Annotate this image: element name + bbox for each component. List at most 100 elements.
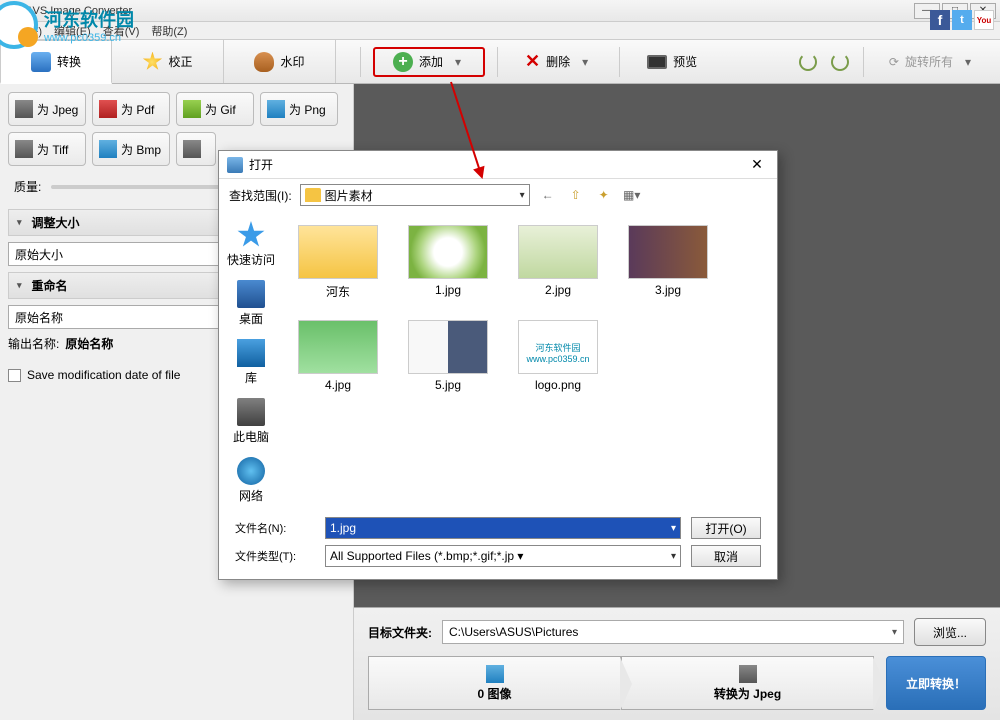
file-item-logo[interactable]: 河东软件园www.pc0359.cnlogo.png [513,316,603,396]
image-icon [486,665,504,683]
tiff-icon [15,140,33,158]
image-thumb [298,320,378,374]
place-network[interactable]: 网络 [237,457,265,504]
png-icon [267,100,285,118]
browse-button[interactable]: 浏览... [914,618,986,646]
rotate-left-button[interactable] [795,49,821,75]
stamp-icon [254,52,274,72]
tab-correct[interactable]: 校正 [112,40,224,83]
twitter-icon[interactable]: t [952,10,972,30]
star-icon [237,221,265,249]
quality-label: 质量: [14,178,41,195]
lookin-dropdown[interactable]: 图片素材 [300,184,530,206]
x-icon: ✕ [525,51,540,72]
chevron-down-icon[interactable]: ▾ [455,55,465,69]
tab-convert[interactable]: 转换 [0,40,112,84]
image-thumb [518,225,598,279]
nav-up-button[interactable]: ⇧ [566,185,586,205]
menu-edit[interactable]: 编辑(E) [54,23,91,39]
menu-file[interactable]: 文件(F) [6,23,42,39]
dialog-icon [227,157,243,173]
menu-view[interactable]: 查看(V) [103,23,140,39]
facebook-icon[interactable]: f [930,10,950,30]
pdf-icon [99,100,117,118]
network-icon [237,457,265,485]
images-count-box[interactable]: 0 图像 [368,656,621,710]
file-item-1[interactable]: 1.jpg [403,221,493,304]
preview-button[interactable]: 预览 [632,47,712,77]
dialog-title: 打开 [249,156,745,173]
dest-path-dropdown[interactable]: C:\Users\ASUS\Pictures [442,620,904,644]
format-tga-button[interactable] [176,132,216,166]
main-toolbar: f t You 转换 校正 水印 +添加▾ ✕删除▾ 预览 ⟳旋转所有▾ [0,40,1000,84]
format-gif-button[interactable]: 为 Gif [176,92,254,126]
tab-watermark[interactable]: 水印 [224,40,336,83]
image-thumb: 河东软件园www.pc0359.cn [518,320,598,374]
output-name-label: 输出名称: [8,335,59,352]
image-thumb [628,225,708,279]
app-icon [4,3,20,19]
plus-icon: + [393,52,413,72]
file-item-3[interactable]: 3.jpg [623,221,713,304]
chevron-down-icon: ▾ [965,55,975,69]
filetype-dropdown[interactable]: All Supported Files (*.bmp;*.gif;*.jp ▾ [325,545,681,567]
desktop-icon [237,280,265,308]
save-date-label: Save modification date of file [27,368,180,382]
file-item-2[interactable]: 2.jpg [513,221,603,304]
bmp-icon [99,140,117,158]
image-thumb [408,225,488,279]
dialog-cancel-button[interactable]: 取消 [691,545,761,567]
filename-input[interactable]: 1.jpg [325,517,681,539]
window-title: AVS Image Converter [26,5,914,17]
file-open-dialog: 打开 ✕ 查找范围(I): 图片素材 ← ⇧ ✦ ▦▾ 快速访问 桌面 库 此电… [218,150,778,580]
dialog-title-bar[interactable]: 打开 ✕ [219,151,777,179]
lookin-label: 查找范围(I): [229,187,292,204]
place-desktop[interactable]: 桌面 [237,280,265,327]
format-png-button[interactable]: 为 Png [260,92,338,126]
youtube-icon[interactable]: You [974,10,994,30]
convert-icon [31,52,51,72]
dest-label: 目标文件夹: [368,624,432,641]
filetype-label: 文件类型(T): [235,548,315,564]
dialog-open-button[interactable]: 打开(O) [691,517,761,539]
rotate-all-button[interactable]: ⟳旋转所有▾ [874,47,990,77]
camera-icon [739,665,757,683]
add-button[interactable]: +添加▾ [373,47,485,77]
social-links: f t You [930,10,994,30]
file-item-5[interactable]: 5.jpg [403,316,493,396]
format-tiff-button[interactable]: 为 Tiff [8,132,86,166]
nav-newfolder-button[interactable]: ✦ [594,185,614,205]
save-date-checkbox[interactable] [8,369,21,382]
menu-help[interactable]: 帮助(Z) [151,23,187,39]
rotate-right-icon [831,53,849,71]
bottom-panel: 目标文件夹: C:\Users\ASUS\Pictures 浏览... 0 图像… [354,607,1000,720]
format-jpeg-button[interactable]: 为 Jpeg [8,92,86,126]
format-pdf-button[interactable]: 为 Pdf [92,92,170,126]
image-thumb [408,320,488,374]
nav-view-button[interactable]: ▦▾ [622,185,642,205]
file-item-folder[interactable]: 河东 [293,221,383,304]
place-libraries[interactable]: 库 [237,339,265,386]
gif-icon [183,100,201,118]
places-bar: 快速访问 桌面 库 此电脑 网络 [219,211,283,511]
menu-bar: 文件(F) 编辑(E) 查看(V) 帮助(Z) [0,22,1000,40]
place-thispc[interactable]: 此电脑 [233,398,269,445]
dialog-close-button[interactable]: ✕ [745,155,769,175]
pc-icon [237,398,265,426]
folder-icon [305,188,321,202]
place-quickaccess[interactable]: 快速访问 [227,221,275,268]
format-bmp-button[interactable]: 为 Bmp [92,132,170,166]
monitor-icon [647,55,667,69]
tga-icon [183,140,201,158]
file-item-4[interactable]: 4.jpg [293,316,383,396]
library-icon [237,339,265,367]
nav-back-button[interactable]: ← [538,185,558,205]
jpeg-icon [15,100,33,118]
file-list: 河东 1.jpg 2.jpg 3.jpg 4.jpg 5.jpg 河东软件园ww… [283,211,777,511]
convert-now-button[interactable]: 立即转换！ [886,656,986,710]
delete-button[interactable]: ✕删除▾ [510,47,607,77]
rotate-right-button[interactable] [827,49,853,75]
convert-target-box[interactable]: 转换为 Jpeg [621,656,874,710]
rotate-left-icon [799,53,817,71]
chevron-down-icon[interactable]: ▾ [582,55,592,69]
